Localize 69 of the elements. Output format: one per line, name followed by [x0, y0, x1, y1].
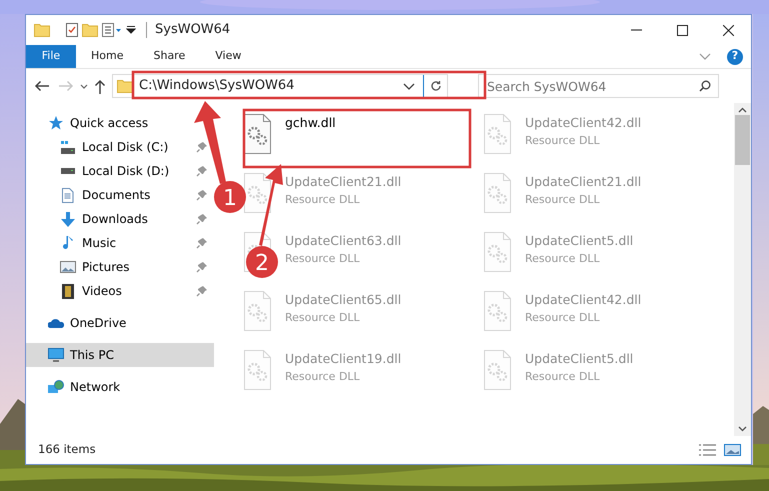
sidebar-item[interactable]: Videos — [26, 279, 126, 303]
back-button[interactable] — [32, 78, 52, 94]
scrollbar[interactable] — [734, 103, 751, 436]
pin-icon[interactable] — [196, 213, 208, 225]
dll-file-icon — [244, 173, 271, 213]
item-count: 166 items — [38, 441, 96, 458]
sidebar-item[interactable]: Quick access — [26, 111, 152, 135]
details-view-icon[interactable] — [699, 444, 716, 456]
sidebar-item[interactable]: Documents — [26, 183, 154, 207]
music-note-icon — [63, 236, 73, 250]
sidebar-item[interactable]: This PC — [26, 343, 118, 367]
large-icons-view-icon[interactable] — [724, 444, 741, 456]
step-badge: 2 — [246, 246, 278, 278]
dll-file-icon — [244, 291, 271, 331]
folder-icon — [117, 79, 133, 93]
pin-icon[interactable] — [196, 261, 208, 273]
window-title: SysWOW64 — [155, 21, 230, 40]
drive-icon — [60, 140, 76, 154]
step-badge: 1 — [214, 181, 246, 213]
dropdown-icon[interactable] — [403, 82, 415, 90]
properties-icon[interactable] — [66, 23, 78, 37]
search-field[interactable]: Search SysWOW64 — [478, 74, 719, 98]
close-icon — [722, 24, 734, 36]
pin-icon[interactable] — [196, 285, 208, 297]
sidebar-item[interactable]: Local Disk (D:) — [26, 159, 174, 183]
dll-file-icon — [484, 350, 511, 390]
cloud-icon — [48, 318, 64, 328]
refresh-icon — [430, 80, 442, 92]
sidebar-item[interactable]: OneDrive — [26, 311, 130, 335]
film-icon — [62, 284, 74, 298]
globe-icon — [48, 380, 64, 394]
minimize-icon — [630, 29, 642, 31]
sidebar-item[interactable]: Pictures — [26, 255, 134, 279]
pin-icon[interactable] — [196, 141, 208, 153]
document-icon — [62, 188, 74, 202]
address-bar[interactable]: C:\Windows\SysWOW64 — [112, 74, 448, 98]
dll-file-icon — [484, 173, 511, 213]
view-menu-icon[interactable] — [102, 23, 122, 37]
ribbon-tab[interactable]: Share — [138, 45, 200, 68]
dll-file-icon — [484, 114, 511, 154]
pin-icon[interactable] — [196, 237, 208, 249]
monitor-icon — [48, 348, 64, 362]
star-icon — [48, 116, 64, 130]
pin-icon[interactable] — [196, 189, 208, 201]
scroll-up-icon[interactable] — [738, 107, 747, 113]
ribbon-tab[interactable]: Home — [76, 45, 138, 68]
maximize-icon — [676, 24, 688, 36]
search-icon[interactable] — [699, 80, 711, 92]
picture-icon — [60, 261, 76, 273]
chevron-icon[interactable] — [699, 53, 711, 60]
dll-file-icon — [244, 350, 271, 390]
sidebar-item[interactable]: Local Disk (C:) — [26, 135, 172, 159]
dll-file-icon — [484, 232, 511, 272]
help-icon[interactable]: ? — [727, 48, 743, 64]
drive-icon — [60, 168, 76, 174]
file-item[interactable]: gchw.dll — [244, 111, 484, 154]
sidebar-item[interactable]: Music — [26, 231, 120, 255]
scroll-thumb[interactable] — [735, 115, 750, 165]
pin-icon[interactable] — [196, 165, 208, 177]
download-icon — [61, 212, 75, 226]
dll-file-icon — [244, 114, 271, 154]
folder-icon[interactable] — [34, 23, 50, 37]
scroll-down-icon[interactable] — [738, 426, 747, 432]
file-menu-button[interactable]: File — [26, 45, 76, 68]
ribbon-tab[interactable]: View — [200, 45, 256, 68]
caret-icon[interactable] — [126, 26, 136, 34]
dll-file-icon — [484, 291, 511, 331]
sidebar-item[interactable]: Downloads — [26, 207, 152, 231]
sidebar-item[interactable]: Network — [26, 375, 124, 399]
